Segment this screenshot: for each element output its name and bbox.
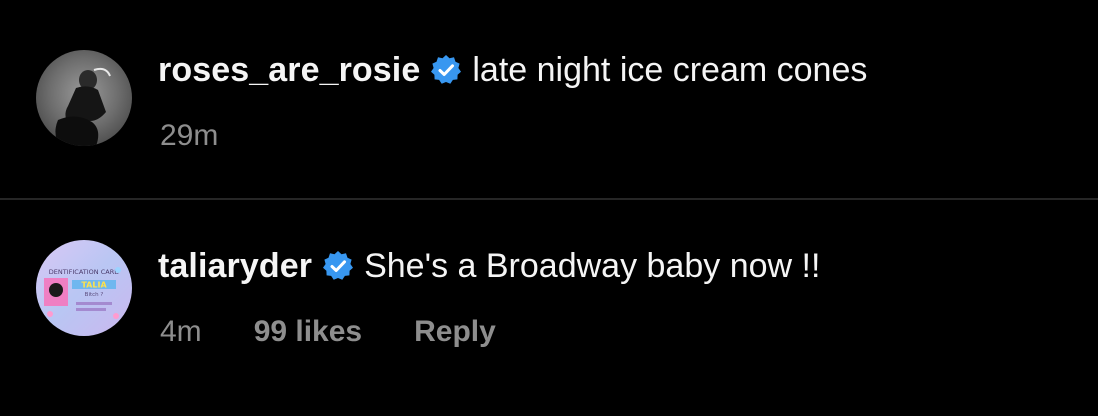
username-link[interactable]: taliaryder — [158, 247, 312, 286]
comment-meta: 29m — [160, 116, 270, 156]
comment-line: taliaryder She's a Broadway baby now !! — [158, 244, 820, 288]
avatar-id-card-icon: DENTIFICATION CARD TALIA Bitch ? — [36, 240, 132, 336]
username-link[interactable]: roses_are_rosie — [158, 51, 420, 90]
likes-count-button[interactable]: 99 likes — [254, 315, 362, 349]
avatar-card-line2: TALIA — [81, 281, 107, 290]
reply-button[interactable]: Reply — [414, 315, 496, 349]
verified-badge-icon — [430, 54, 462, 86]
comment-text: late night ice cream cones — [472, 50, 868, 89]
comment-text: She's a Broadway baby now !! — [364, 246, 821, 285]
comment-timestamp: 29m — [160, 119, 219, 152]
avatar[interactable] — [36, 50, 132, 146]
avatar-card-line1: DENTIFICATION CARD — [49, 268, 119, 276]
comment-line: roses_are_rosie late night ice cream con… — [158, 48, 867, 92]
comment-meta: 4m 99 likes Reply — [160, 312, 496, 352]
avatar[interactable]: DENTIFICATION CARD TALIA Bitch ? — [36, 240, 132, 336]
comment-item: DENTIFICATION CARD TALIA Bitch ? taliary… — [0, 200, 1098, 416]
avatar-card-line3: Bitch ? — [85, 292, 104, 298]
comment-item: roses_are_rosie late night ice cream con… — [0, 0, 1098, 198]
comment-timestamp: 4m — [160, 315, 202, 348]
verified-badge-icon — [322, 250, 354, 282]
avatar-photo-icon — [36, 50, 132, 146]
